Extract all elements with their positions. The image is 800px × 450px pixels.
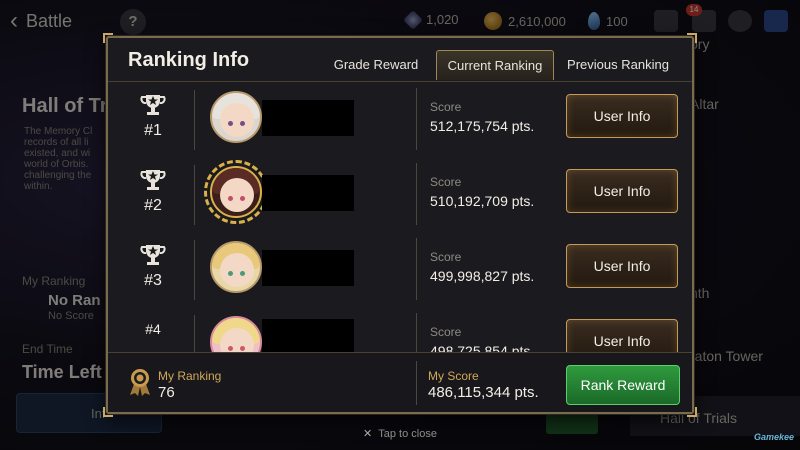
divider	[194, 315, 195, 352]
score-label: Score	[430, 325, 462, 339]
divider	[416, 238, 417, 300]
game-screen: ‹ Battle ? 1,020 2,610,000 100 14 Hall o…	[0, 0, 800, 450]
ranking-row: #1 Score 512,175,754 pts. User Info	[108, 84, 692, 159]
my-score-label: My Score	[428, 369, 479, 383]
divider	[416, 163, 417, 225]
modal-title: Ranking Info	[128, 49, 250, 71]
avatar[interactable]	[210, 91, 262, 143]
avatar-face	[220, 103, 254, 137]
player-name-redacted	[262, 250, 354, 286]
tab-current-ranking[interactable]: Current Ranking	[436, 50, 554, 80]
medal-icon	[130, 369, 150, 396]
trophy-icon	[140, 170, 166, 190]
divider	[194, 165, 195, 225]
avatar-face	[220, 253, 254, 287]
avatar-face	[220, 178, 254, 212]
divider	[194, 240, 195, 300]
score-value: 498,725,854 pts.	[430, 343, 535, 352]
ranking-list[interactable]: #1 Score 512,175,754 pts. User Info #2 S…	[108, 84, 692, 352]
modal-header: Ranking Info Grade Reward Current Rankin…	[108, 38, 692, 82]
player-name-redacted	[262, 319, 354, 352]
user-info-button[interactable]: User Info	[566, 94, 678, 138]
rank-number: #1	[144, 122, 162, 139]
my-ranking-footer: My Ranking 76 My Score 486,115,344 pts. …	[108, 352, 692, 412]
ranking-row: #2 Score 510,192,709 pts. User Info	[108, 159, 692, 234]
avatar-eye	[240, 346, 245, 351]
avatar-eye	[240, 121, 245, 126]
tab-grade-reward[interactable]: Grade Reward	[324, 50, 428, 80]
player-name-redacted	[262, 175, 354, 211]
player-name-redacted	[262, 100, 354, 136]
avatar-eye	[240, 271, 245, 276]
user-info-button[interactable]: User Info	[566, 319, 678, 352]
avatar[interactable]	[210, 241, 262, 293]
rank-reward-button[interactable]: Rank Reward	[566, 365, 680, 405]
my-ranking-label: My Ranking	[158, 369, 222, 383]
trophy-icon	[140, 95, 166, 115]
divider	[416, 361, 417, 405]
avatar[interactable]	[210, 166, 262, 218]
my-ranking-value: 76	[158, 384, 175, 401]
my-score-value: 486,115,344 pts.	[428, 384, 539, 401]
rank-number: #4	[145, 321, 161, 337]
rank-number: #2	[144, 197, 162, 214]
avatar-eye	[228, 271, 233, 276]
score-label: Score	[430, 100, 462, 114]
avatar-eye	[228, 196, 233, 201]
divider	[416, 88, 417, 150]
rank-number: #3	[144, 272, 162, 289]
score-value: 510,192,709 pts.	[430, 193, 535, 209]
user-info-button[interactable]: User Info	[566, 244, 678, 288]
avatar-eye	[228, 346, 233, 351]
divider	[194, 90, 195, 150]
user-info-button[interactable]: User Info	[566, 169, 678, 213]
avatar-eye	[240, 196, 245, 201]
divider	[416, 313, 417, 352]
close-icon: ✕	[363, 428, 373, 440]
score-value: 499,998,827 pts.	[430, 268, 535, 284]
score-label: Score	[430, 175, 462, 189]
avatar-eye	[228, 121, 233, 126]
tap-to-close[interactable]: ✕ Tap to close	[0, 427, 800, 440]
watermark-logo: Gamekee	[753, 432, 794, 442]
ranking-info-modal: Ranking Info Grade Reward Current Rankin…	[103, 33, 697, 417]
ranking-row: #4 Score 498,725,854 pts. User Info	[108, 309, 692, 352]
tab-previous-ranking[interactable]: Previous Ranking	[560, 50, 676, 80]
score-label: Score	[430, 250, 462, 264]
score-value: 512,175,754 pts.	[430, 118, 535, 134]
tap-to-close-label: Tap to close	[378, 428, 437, 440]
trophy-icon	[140, 245, 166, 265]
avatar[interactable]	[210, 316, 262, 352]
ranking-row: #3 Score 499,998,827 pts. User Info	[108, 234, 692, 309]
